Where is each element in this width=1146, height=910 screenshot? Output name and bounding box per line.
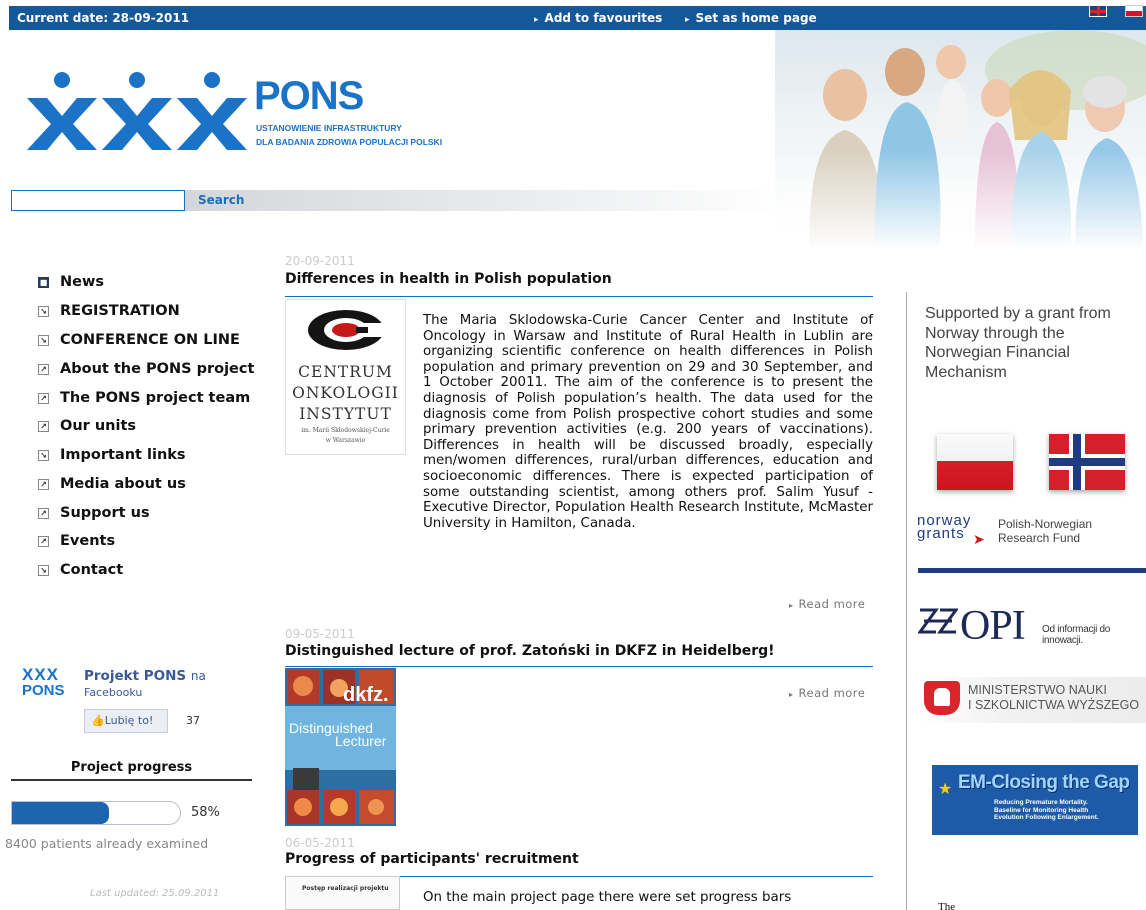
uk-flag-icon[interactable] [1089,5,1107,17]
poland-flag-icon [937,434,1013,490]
nav-item-support-us[interactable]: ↗ Support us [38,505,150,521]
arrow-up-right-icon: ↗ [38,479,49,490]
opi-emblem-icon [918,608,958,634]
facebook-page-title[interactable]: Projekt PONS na [84,668,206,684]
opi-tagline: Od informacji do innowacji. [1042,624,1111,646]
article-divider [285,296,873,297]
nav-item-label: Our units [60,418,137,434]
nav-item-registration[interactable]: ↘ REGISTRATION [38,303,180,319]
article-title[interactable]: Differences in health in Polish populati… [285,271,612,287]
facebook-like-count: 37 [186,714,200,727]
nav-item-label: Events [60,533,116,549]
article-image-centrum-onkologii[interactable]: CENTRUM ONKOLOGII INSTYTUT im. Marii Skł… [285,299,406,455]
arrow-down-right-icon: ↘ [38,450,49,461]
em-closing-the-gap-banner[interactable]: ★ EM-Closing the Gap Reducing Premature … [932,765,1138,835]
nav-item-label: Important links [60,447,186,463]
polish-norwegian-fund-text: Polish-Norwegian Research Fund [998,517,1093,545]
sidebar-divider [906,292,907,910]
article-body: On the main project page there were set … [423,890,792,905]
logo-wordmark: PONS [254,74,364,118]
header-family-photo [775,30,1146,250]
support-text: Supported by a grant from Norway through… [925,305,1111,381]
project-progress-fill [12,802,110,824]
arrow-up-right-icon: ↗ [38,421,49,432]
search-button[interactable]: Search [198,193,244,207]
last-updated-text: Last updated: 25.09.2011 [90,888,220,899]
facebook-subtitle[interactable]: Facebooku [84,686,142,699]
nav-item-our-units[interactable]: ↗ Our units [38,418,136,434]
nav-item-media-about-us[interactable]: ↗ Media about us [38,476,186,492]
eu-star-icon: ★ [938,779,953,798]
pl-flag-icon[interactable] [1125,5,1143,17]
nav-item-label: REGISTRATION [60,303,180,319]
nav-item-label: Support us [60,505,150,521]
set-home-page-link[interactable]: Set as home page [685,11,817,25]
article-date: 09-05-2011 [285,627,355,641]
sidebar-separator [918,568,1146,573]
nav-item-the-pons-project-team[interactable]: ↗ The PONS project team [38,390,250,406]
article-body: The Maria Sklodowska-Curie Cancer Center… [423,313,873,531]
opi-logo[interactable]: OPI [960,602,1026,650]
ministry-text: MINISTERSTWO NAUKI I SZKOLNICTWA WYŻSZEG… [968,683,1140,712]
patients-examined-text: 8400 patients already examined [5,836,209,851]
nav-item-label: Contact [60,562,124,578]
nav-item-about-the-pons-project[interactable]: ↗ About the PONS project [38,361,254,377]
arrow-up-right-icon: ↗ [38,364,49,375]
article-date: 20-09-2011 [285,254,355,268]
pons-logo-mark[interactable] [25,66,250,150]
nav-item-important-links[interactable]: ↘ Important links [38,447,186,463]
search-bar-background [185,190,785,211]
nav-item-label: The PONS project team [60,390,251,406]
polish-eagle-icon [924,681,960,715]
article-title[interactable]: Progress of participants' recruitment [285,851,579,867]
arrow-down-right-icon: ↘ [38,306,49,317]
nav-item-label: News [60,274,104,290]
nav-item-label: CONFERENCE ON LINE [60,332,240,348]
article-image-dkfz[interactable]: dkfz. Distinguished Lecturer [285,668,396,826]
arrow-down-right-icon: ↘ [38,335,49,346]
article-image-progress[interactable]: Postęp realizacji projektu [285,876,400,910]
arrow-up-right-icon: ↗ [38,508,49,519]
sidebar-bottom-logo-text[interactable]: The [938,901,955,910]
cancer-center-logo-icon [307,310,390,350]
nav-item-events[interactable]: ↗ Events [38,533,115,549]
facebook-like-button[interactable]: 👍Lubię to! [84,709,168,733]
article-divider [285,666,873,667]
read-more-link[interactable]: Read more [789,597,865,611]
norway-grants-arrow-icon: ➤ [973,532,985,548]
arrow-up-right-icon: ↗ [38,536,49,547]
read-more-link[interactable]: Read more [789,686,865,700]
arrow-down-right-icon: ↘ [38,565,49,576]
logo-subtitle: USTANOWIENIE INFRASTRUKTURY DLA BADANIA … [256,123,443,147]
add-to-favourites-link[interactable]: Add to favourites [534,11,663,25]
article-title[interactable]: Distinguished lecture of prof. Zatoński … [285,643,775,659]
arrow-up-right-icon: ↗ [38,393,49,404]
square-bullet-icon: ■ [38,277,49,288]
search-input[interactable] [11,190,185,211]
article-date: 06-05-2011 [285,836,355,850]
project-progress-percent: 58% [191,805,220,820]
norway-flag-icon [1049,434,1125,490]
thumbs-up-icon: 👍 [91,714,105,727]
nav-item-label: About the PONS project [60,361,255,377]
project-progress-bar [11,801,181,825]
nav-item-conference-on-line[interactable]: ↘ CONFERENCE ON LINE [38,332,240,348]
current-date: Current date: 28-09-2011 [17,11,190,25]
nav-item-news[interactable]: ■ News [38,274,104,290]
sidebar-bottom-flags-icon [1067,903,1143,910]
top-bar: Current date: 28-09-2011 Add to favourit… [9,6,1146,30]
nav-item-contact[interactable]: ↘ Contact [38,562,123,578]
project-progress-title: Project progress [11,760,252,781]
facebook-pons-logo: XXX PONS [22,665,65,699]
nav-item-label: Media about us [60,476,186,492]
